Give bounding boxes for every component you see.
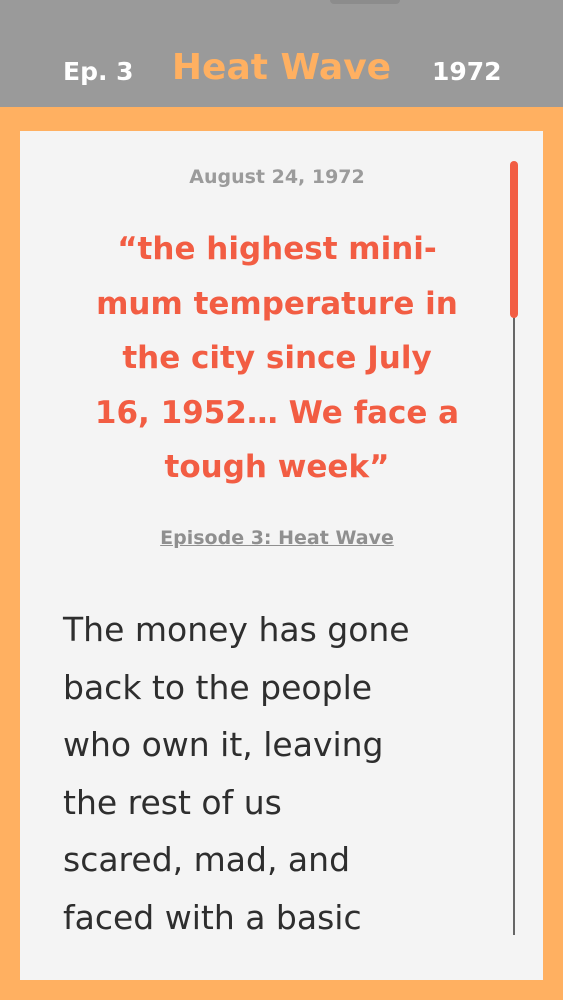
- scrollbar-thumb[interactable]: [510, 161, 518, 318]
- article-date: August 24, 1972: [189, 166, 365, 188]
- article-body: The money has gone back to the people wh…: [63, 601, 503, 946]
- body-line: who own it, leaving: [63, 725, 384, 764]
- quote-line: mum temperature in: [96, 285, 458, 322]
- body-line: The money has gone: [63, 610, 410, 649]
- body-line: the rest of us: [63, 782, 282, 822]
- quote-line: tough week”: [164, 449, 390, 485]
- quote-line: “the highest mini-: [117, 231, 437, 267]
- year-label[interactable]: 1972: [432, 56, 502, 88]
- quote-line: 16, 1952… We face a: [94, 394, 460, 431]
- episode-link-row: Episode 3: Heat Wave: [20, 525, 534, 551]
- quote-line: the city since July: [122, 340, 432, 376]
- episode-link[interactable]: Episode 3: Heat Wave: [160, 527, 394, 549]
- body-line: faced with a basic: [63, 897, 362, 937]
- body-line: scared, mad, and: [63, 840, 351, 879]
- status-notch: [330, 0, 400, 4]
- top-header: Ep. 3 Heat Wave 1972: [0, 0, 563, 107]
- article-card[interactable]: August 24, 1972 “the highest mini- mum t…: [20, 131, 543, 980]
- pull-quote: “the highest mini- mum temperature in th…: [20, 222, 534, 495]
- body-line: back to the people: [63, 667, 373, 707]
